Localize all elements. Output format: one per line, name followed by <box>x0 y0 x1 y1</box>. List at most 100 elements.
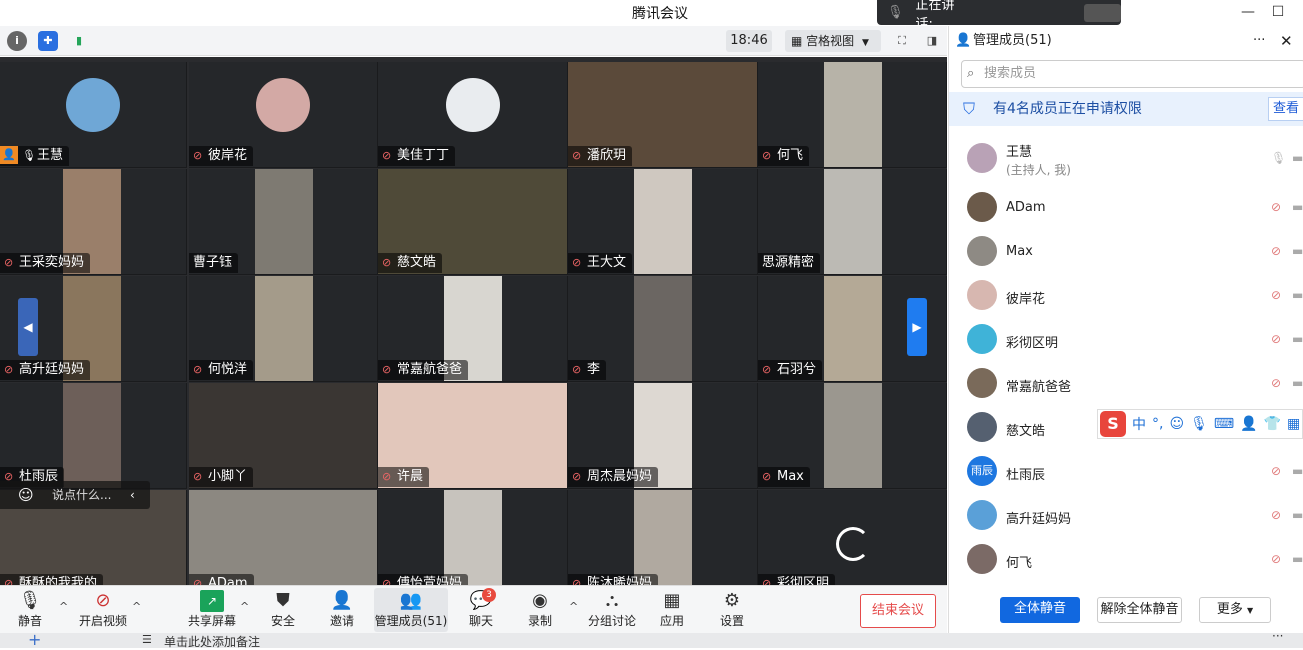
more-options-icon[interactable]: ··· <box>1253 26 1265 56</box>
sidebar-toggle-icon[interactable]: ◨ <box>922 31 942 51</box>
muted-microphone-icon[interactable]: ⊘ <box>1271 552 1285 566</box>
record-button[interactable]: ◉ 录制 <box>525 588 555 632</box>
video-tile[interactable]: ⊘ 王采奕妈妈 <box>0 169 187 275</box>
collapse-chevron-icon[interactable]: ‹ <box>130 481 135 509</box>
member-row[interactable]: 彩彻区明 ⊘ ▬ <box>949 318 1303 362</box>
member-row[interactable]: 高升廷妈妈 ⊘ ▬ <box>949 494 1303 538</box>
member-row[interactable]: 雨辰 杜雨辰 ⊘ ▬ <box>949 450 1303 494</box>
apps-button[interactable]: ▦ 应用 <box>657 588 687 632</box>
member-row[interactable]: 何飞 ⊘ ▬ <box>949 538 1303 582</box>
video-tile[interactable]: ⊘ 何飞 <box>758 62 947 168</box>
member-row[interactable]: 彼岸花 ⊘ ▬ <box>949 274 1303 318</box>
muted-microphone-icon[interactable]: ⊘ <box>1271 376 1285 390</box>
muted-microphone-icon: ⊘ <box>762 577 772 585</box>
camera-icon[interactable]: ▬ <box>1292 151 1303 165</box>
members-button[interactable]: 👥 管理成员(51) <box>374 588 448 632</box>
grid-view-dropdown[interactable]: ▦ 宫格视图 ▼ <box>785 30 881 52</box>
muted-microphone-icon[interactable]: ⊘ <box>1271 288 1285 302</box>
video-button[interactable]: ⊘ 开启视频 <box>78 588 128 632</box>
camera-icon[interactable]: ▬ <box>1292 376 1303 390</box>
video-tile[interactable]: ⊘ 潘欣玥 <box>568 62 758 168</box>
camera-icon[interactable]: ▬ <box>1292 508 1303 522</box>
video-tile[interactable]: ⊘ 王大文 <box>568 169 758 275</box>
fullscreen-icon[interactable]: ⛶ <box>892 31 912 51</box>
member-row[interactable]: Max ⊘ ▬ <box>949 230 1303 274</box>
muted-microphone-icon[interactable]: ⊘ <box>1271 332 1285 346</box>
video-tile[interactable]: ⊘ 陈沐晞妈妈 <box>568 490 758 585</box>
member-row[interactable]: 王慧 (主持人, 我) 🎙 ▬ <box>949 137 1303 181</box>
previous-page-arrow[interactable]: ◀ <box>18 298 38 356</box>
video-tile[interactable]: ⊘ 李 <box>568 276 758 382</box>
punctuation-icon[interactable]: °, <box>1152 416 1163 432</box>
video-tile[interactable]: ⊘ 小脚丫 <box>189 383 378 489</box>
video-tile[interactable]: ⊘ 许晨 <box>378 383 568 489</box>
emoji-icon[interactable]: ☺ <box>18 481 34 509</box>
muted-microphone-icon[interactable]: ⊘ <box>1271 508 1285 522</box>
video-tile[interactable]: ⊘ 傅怡萱妈妈 <box>378 490 568 585</box>
close-icon[interactable]: ✕ <box>1280 26 1293 56</box>
camera-icon[interactable]: ▬ <box>1292 200 1303 214</box>
microphone-icon[interactable]: 🎙 <box>1271 151 1286 165</box>
view-requests-button[interactable]: 查看 <box>1268 97 1303 121</box>
quick-chat-input[interactable]: ☺ 说点什么... ‹ <box>0 481 150 509</box>
chat-button[interactable]: 💬 聊天 3 <box>466 588 496 632</box>
next-page-arrow[interactable]: ▶ <box>907 298 927 356</box>
settings-button[interactable]: ⚙ 设置 <box>717 588 747 632</box>
camera-icon[interactable]: ▬ <box>1292 552 1303 566</box>
video-tile[interactable]: ⊘ 美佳丁丁 <box>378 62 568 168</box>
muted-microphone-icon[interactable]: ⊘ <box>1271 244 1285 258</box>
share-options-chevron[interactable]: ^ <box>240 600 249 613</box>
record-options-chevron[interactable]: ^ <box>569 600 578 613</box>
shield-icon[interactable]: ✚ <box>38 31 58 51</box>
search-placeholder: 搜索成员 <box>984 66 1037 81</box>
video-tile[interactable]: ⊘ 何悦洋 <box>189 276 378 382</box>
more-button[interactable]: 更多 ▼ <box>1199 597 1271 623</box>
maximize-icon[interactable]: ☐ <box>1268 2 1288 22</box>
info-icon[interactable]: i <box>7 31 27 51</box>
video-tile[interactable]: ⊘ 周杰晨妈妈 <box>568 383 758 489</box>
member-search-input[interactable]: ⌕ 搜索成员 <box>961 60 1303 88</box>
video-tile[interactable]: 曹子钰 <box>189 169 378 275</box>
skin-icon[interactable]: 👕 <box>1264 416 1281 432</box>
camera-icon[interactable]: ▬ <box>1292 332 1303 346</box>
video-tile[interactable]: ⊘ ADam <box>189 490 378 585</box>
video-tile[interactable]: ⊘ Max <box>758 383 947 489</box>
minimize-icon[interactable]: — <box>1238 2 1258 22</box>
member-name: Max <box>1006 244 1033 259</box>
mute-button[interactable]: 🎙 静音 <box>10 588 50 632</box>
video-options-chevron[interactable]: ^ <box>132 600 141 613</box>
mute-options-chevron[interactable]: ^ <box>59 600 68 613</box>
video-tile[interactable]: 思源精密 <box>758 169 947 275</box>
signal-icon[interactable]: ▮ <box>69 31 89 51</box>
avatar <box>66 78 120 132</box>
video-tile[interactable]: 👤 🎙王慧 <box>0 62 187 168</box>
unmute-all-button[interactable]: 解除全体静音 <box>1097 597 1182 623</box>
invite-button[interactable]: 👤 邀请 <box>327 588 357 632</box>
muted-microphone-icon[interactable]: ⊘ <box>1271 200 1285 214</box>
share-screen-button[interactable]: ↗ 共享屏幕 <box>188 588 236 632</box>
keyboard-icon[interactable]: ⌨ <box>1214 416 1234 432</box>
ime-lang-toggle[interactable]: 中 <box>1132 414 1146 434</box>
add-note-link[interactable]: 单击此处添加备注 <box>164 633 260 650</box>
voice-icon[interactable]: 🎙 <box>1190 416 1208 432</box>
plus-icon[interactable]: + <box>28 630 41 649</box>
camera-icon[interactable]: ▬ <box>1292 288 1303 302</box>
mute-all-button[interactable]: 全体静音 <box>1000 597 1080 623</box>
video-tile[interactable]: ⊘ 慈文皓 <box>378 169 568 275</box>
breakout-button[interactable]: ⛬ 分组讨论 <box>588 588 636 632</box>
member-row[interactable]: ADam ⊘ ▬ <box>949 186 1303 230</box>
emoji-icon[interactable]: ☺ <box>1169 416 1184 432</box>
camera-icon[interactable]: ▬ <box>1292 464 1303 478</box>
member-row[interactable]: 常嘉航爸爸 ⊘ ▬ <box>949 362 1303 406</box>
end-meeting-button[interactable]: 结束会议 <box>860 594 936 628</box>
participant-name: 高升廷妈妈 <box>19 362 85 377</box>
video-tile[interactable]: ⊘ 杜雨辰 <box>0 383 187 489</box>
security-button[interactable]: ⛊ 安全 <box>268 588 298 632</box>
video-tile[interactable]: ⊘ 彼岸花 <box>189 62 378 168</box>
camera-icon[interactable]: ▬ <box>1292 244 1303 258</box>
video-tile[interactable]: ⊘ 常嘉航爸爸 <box>378 276 568 382</box>
user-icon[interactable]: 👤 <box>1240 416 1257 432</box>
muted-microphone-icon[interactable]: ⊘ <box>1271 464 1285 478</box>
toolbox-icon[interactable]: ▦ <box>1287 416 1300 432</box>
breakout-label: 分组讨论 <box>588 614 637 628</box>
